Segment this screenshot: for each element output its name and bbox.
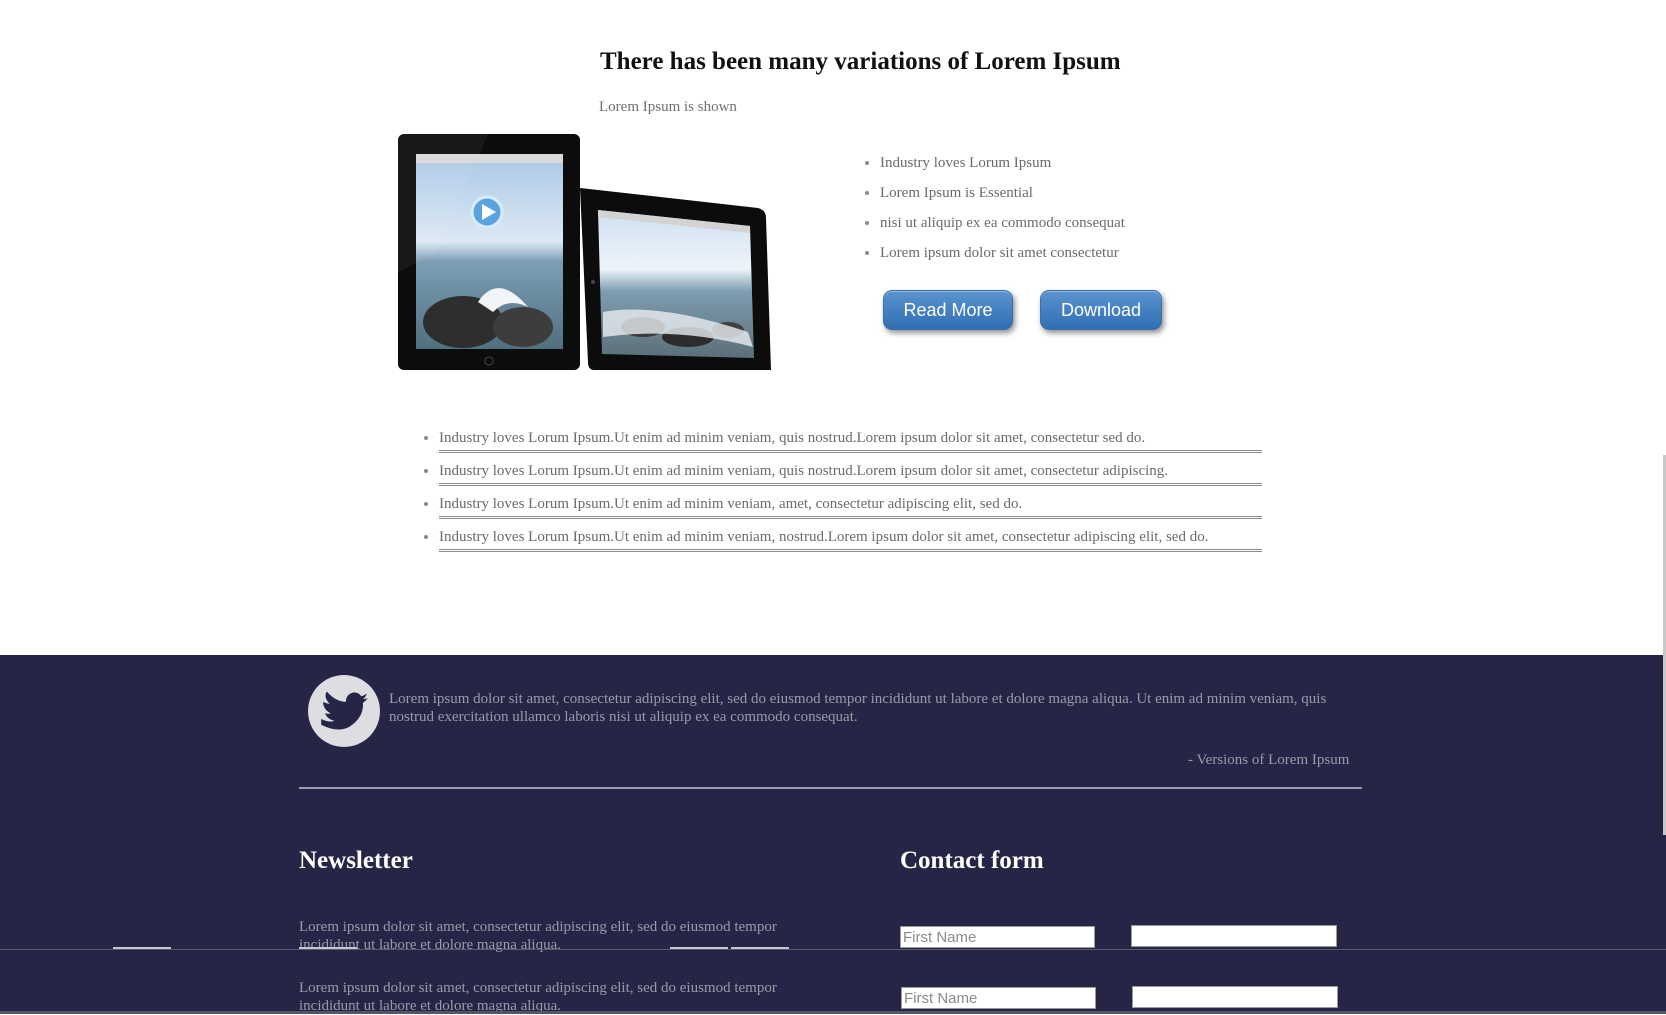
last-name-field[interactable] bbox=[1132, 986, 1338, 1008]
list-item: Industry loves Lorum Ipsum bbox=[880, 152, 1125, 182]
page-title: There has been many variations of Lorem … bbox=[600, 48, 1121, 75]
divider bbox=[299, 947, 357, 949]
newsletter-text: Lorem ipsum dolor sit amet, consectetur … bbox=[299, 980, 777, 1014]
list-item: Industry loves Lorum Ipsum.Ut enim ad mi… bbox=[439, 420, 1262, 453]
divider bbox=[670, 947, 728, 949]
list-item: Industry loves Lorum Ipsum.Ut enim ad mi… bbox=[439, 519, 1262, 552]
contact-form-title: Contact form bbox=[900, 847, 1044, 874]
download-button[interactable]: Download bbox=[1040, 290, 1162, 330]
divider bbox=[113, 947, 171, 949]
read-more-button[interactable]: Read More bbox=[883, 290, 1013, 330]
list-item: Industry loves Lorum Ipsum.Ut enim ad mi… bbox=[439, 486, 1262, 519]
twitter-bird-icon[interactable] bbox=[308, 675, 380, 747]
list-item: Lorem ipsum dolor sit amet consectetur bbox=[880, 242, 1125, 272]
first-name-field[interactable] bbox=[901, 987, 1096, 1009]
testimonial-text: Lorem ipsum dolor sit amet, consectetur … bbox=[389, 691, 1327, 725]
list-item: Industry loves Lorum Ipsum.Ut enim ad mi… bbox=[439, 453, 1262, 486]
first-name-field[interactable] bbox=[900, 926, 1095, 948]
list-item: nisi ut aliquip ex ea commodo consequat bbox=[880, 212, 1125, 242]
last-name-field[interactable] bbox=[1131, 925, 1337, 947]
newsletter-title: Newsletter bbox=[299, 847, 413, 874]
feature-list: Industry loves Lorum Ipsum Lorem Ipsum i… bbox=[858, 152, 1125, 272]
divider bbox=[731, 947, 789, 949]
list-item: Lorem Ipsum is Essential bbox=[880, 182, 1125, 212]
page-subtitle: Lorem Ipsum is shown bbox=[599, 99, 737, 115]
testimonial-author: - Versions of Lorem Ipsum bbox=[1188, 752, 1350, 768]
tablets-image bbox=[398, 134, 771, 370]
details-list: Industry loves Lorum Ipsum.Ut enim ad mi… bbox=[398, 420, 1262, 552]
divider bbox=[299, 787, 1362, 789]
divider bbox=[0, 949, 1666, 950]
